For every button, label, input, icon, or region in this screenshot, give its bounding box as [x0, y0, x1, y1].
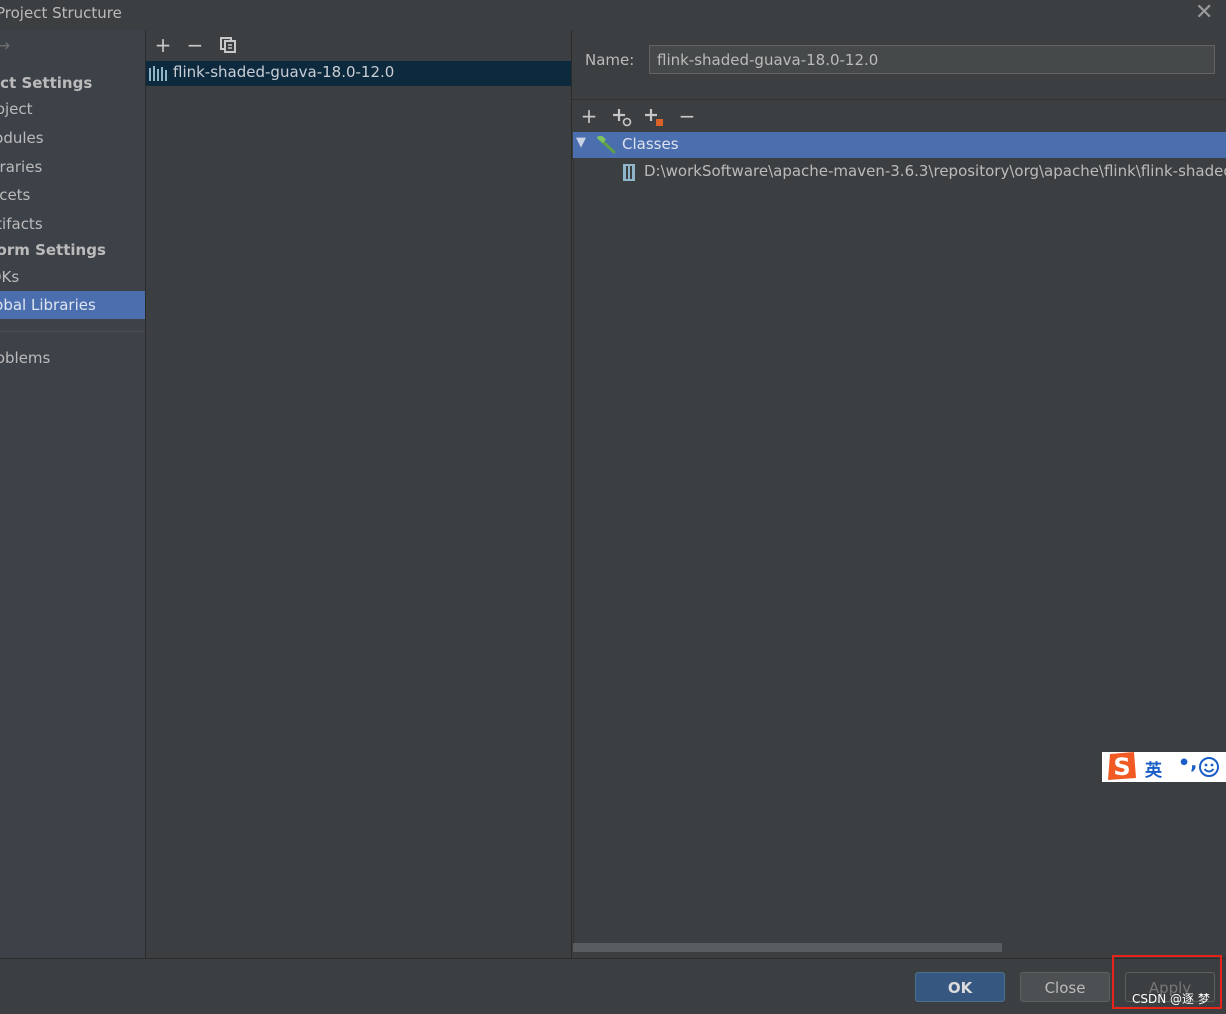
add-root-button[interactable]: +	[577, 104, 601, 128]
ok-button[interactable]: OK	[915, 972, 1005, 1002]
csdn-watermark: CSDN @逐 梦	[1132, 992, 1210, 1006]
add-jar-button[interactable]	[642, 104, 666, 128]
jar-file-icon	[623, 164, 635, 181]
svg-text:S: S	[1113, 753, 1130, 781]
expand-triangle-icon[interactable]: ▼	[576, 135, 586, 150]
library-list-panel	[146, 30, 571, 958]
remove-root-button[interactable]: −	[675, 104, 699, 128]
panel-divider	[571, 30, 572, 958]
tree-node-jar[interactable]: D:\workSoftware\apache-maven-3.6.3\repos…	[573, 160, 1226, 186]
add-library-button[interactable]: +	[151, 33, 175, 57]
ime-language-toggle[interactable]: 英	[1145, 756, 1162, 781]
sidebar-divider	[0, 331, 145, 332]
library-name-field[interactable]	[649, 45, 1215, 74]
sidebar-section-project-settings: ect Settings	[0, 74, 93, 92]
forward-arrow-icon[interactable]: →	[0, 36, 10, 56]
hammer-icon	[597, 136, 616, 154]
library-icon	[149, 66, 167, 81]
add-attach-icon	[613, 109, 632, 127]
jar-path-label: D:\workSoftware\apache-maven-3.6.3\repos…	[644, 162, 1226, 180]
library-item-label: flink-shaded-guava-18.0-12.0	[173, 63, 395, 81]
sidebar-item-sdks[interactable]: DKs	[0, 263, 145, 291]
library-list-item[interactable]: flink-shaded-guava-18.0-12.0	[146, 61, 571, 86]
add-jar-icon	[645, 109, 663, 126]
window-title: Project Structure	[0, 4, 122, 22]
copy-icon	[220, 37, 236, 53]
sidebar-item-problems[interactable]: roblems	[0, 344, 145, 372]
ime-punctuation-toggle[interactable]: •,	[1178, 752, 1197, 774]
sogou-logo-icon: S	[1108, 752, 1136, 781]
sidebar-section-platform-settings: form Settings	[0, 241, 106, 259]
close-button[interactable]: Close	[1020, 972, 1110, 1002]
classes-tree	[573, 131, 1226, 943]
name-label: Name:	[585, 51, 635, 69]
sidebar-item-libraries[interactable]: braries	[0, 153, 145, 181]
sidebar-item-artifacts[interactable]: rtifacts	[0, 210, 145, 238]
sidebar-item-project[interactable]: roject	[0, 95, 145, 123]
sidebar-item-global-libraries[interactable]: lobal Libraries	[0, 291, 145, 319]
tree-node-classes[interactable]: ▼ Classes	[573, 132, 1226, 158]
smiley-icon[interactable]	[1198, 756, 1220, 778]
horizontal-scrollbar[interactable]	[573, 943, 1002, 952]
title-bar	[0, 0, 1226, 30]
ime-toolbar[interactable]: S 英 •,	[1102, 752, 1226, 782]
remove-library-button[interactable]: −	[183, 33, 207, 57]
copy-library-button[interactable]	[216, 33, 240, 57]
sidebar-item-facets[interactable]: acets	[0, 181, 145, 209]
tree-node-label: Classes	[622, 135, 679, 153]
add-root-with-sources-button[interactable]	[610, 104, 634, 128]
sidebar-item-modules[interactable]: lodules	[0, 124, 145, 152]
toolbar-divider	[572, 99, 1226, 100]
close-window-icon[interactable]: ✕	[1195, 1, 1213, 25]
